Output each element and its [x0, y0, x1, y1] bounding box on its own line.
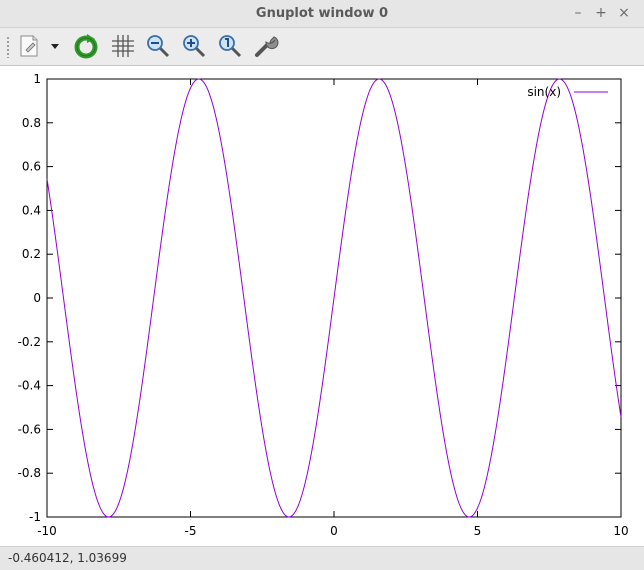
export-button[interactable] [14, 31, 44, 61]
series-line-sin [46, 78, 622, 518]
status-bar: -0.460412, 1.03699 [0, 546, 644, 570]
y-tick-label: 0.2 [22, 247, 41, 261]
settings-button[interactable] [251, 31, 281, 61]
y-tick-label: -0.4 [18, 379, 41, 393]
legend-label: sin(x) [527, 85, 561, 99]
x-tick-label: 0 [330, 524, 338, 538]
export-icon [20, 35, 38, 57]
zoom-next-button[interactable] [179, 31, 209, 61]
settings-icon [255, 36, 279, 57]
y-tick-label: 0.8 [22, 116, 41, 130]
export-dropdown-button[interactable] [46, 31, 64, 61]
x-tick-label: 5 [474, 524, 482, 538]
grid-icon [112, 35, 134, 57]
cursor-coordinates: -0.460412, 1.03699 [8, 551, 127, 565]
x-tick-label: 10 [613, 524, 628, 538]
y-tick-label: -1 [29, 510, 41, 524]
toolbar-handle[interactable] [6, 36, 10, 58]
replot-button[interactable] [71, 31, 101, 61]
zoom-previous-button[interactable] [143, 31, 173, 61]
y-tick-label: -0.6 [18, 422, 41, 436]
zoom-previous-icon [147, 35, 170, 58]
y-tick-label: -0.8 [18, 466, 41, 480]
y-tick-label: -0.2 [18, 335, 41, 349]
chart: -1 -0.8 -0.6 -0.4 -0.2 0 0.2 0.4 0.6 0.8 1 -10 -5 0 5 1… [18, 72, 629, 538]
maximize-button[interactable]: + [592, 4, 610, 22]
close-button[interactable]: × [615, 4, 633, 22]
plot-canvas[interactable]: -1 -0.8 -0.6 -0.4 -0.2 0 0.2 0.4 0.6 0.8 1 -10 -5 0 5 1… [0, 66, 644, 546]
dropdown-arrow-icon [51, 44, 59, 49]
zoom-next-icon [183, 35, 206, 58]
y-tick-label: 1 [33, 72, 41, 86]
window-title: Gnuplot window 0 [255, 6, 389, 21]
y-tick-label: 0 [33, 291, 41, 305]
y-tick-label: 0.4 [22, 203, 41, 217]
minimize-button[interactable]: – [569, 4, 587, 22]
x-tick-label: -5 [185, 524, 197, 538]
title-bar[interactable]: Gnuplot window 0 – + × [0, 0, 644, 28]
replot-icon [74, 34, 98, 59]
y-tick-label: 0.6 [22, 160, 41, 174]
unzoom-icon [219, 35, 242, 58]
x-tick-label: -10 [37, 524, 57, 538]
toolbar [0, 28, 644, 66]
grid-button[interactable] [107, 31, 137, 61]
unzoom-button[interactable] [215, 31, 245, 61]
